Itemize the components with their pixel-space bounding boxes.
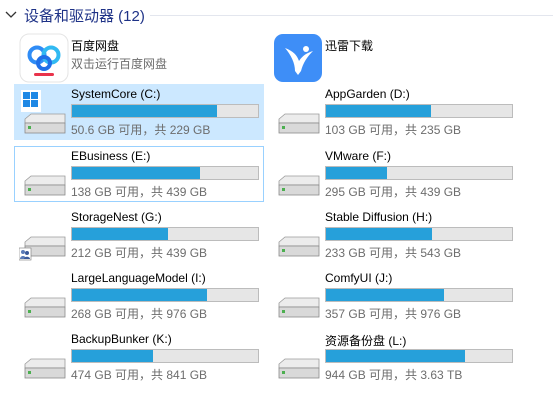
group-title: 设备和驱动器 (12): [24, 7, 145, 25]
drive-space: 50.6 GB 可用，共 229 GB: [71, 123, 211, 137]
usage-bar: [71, 349, 259, 363]
app-tile-thunder[interactable]: 迅雷下载: [268, 28, 518, 84]
hard-drive-icon: [24, 175, 66, 196]
usage-bar-fill: [326, 105, 431, 117]
drive-space: 295 GB 可用，共 439 GB: [325, 185, 462, 199]
hard-drive-icon: [24, 358, 66, 379]
thunder-download-icon: [274, 34, 322, 82]
app-name: 迅雷下载: [325, 39, 374, 53]
drive-space: 357 GB 可用，共 976 GB: [325, 307, 462, 321]
drive-space: 474 GB 可用，共 841 GB: [71, 368, 208, 382]
drive-tile-h[interactable]: Stable Diffusion (H:) 233 GB 可用，共 543 GB: [268, 207, 518, 263]
drive-space: 212 GB 可用，共 439 GB: [71, 246, 208, 260]
hard-drive-icon: [278, 297, 320, 318]
chevron-down-icon[interactable]: [4, 8, 18, 22]
drive-name: BackupBunker (K:): [71, 332, 172, 346]
drive-tile-f[interactable]: VMware (F:) 295 GB 可用，共 439 GB: [268, 146, 518, 202]
shared-drive-icon: [19, 236, 66, 261]
hard-drive-icon: [278, 358, 320, 379]
drive-name: ComfyUI (J:): [325, 271, 393, 285]
usage-bar: [325, 227, 513, 241]
group-header[interactable]: 设备和驱动器 (12): [4, 3, 145, 27]
drive-space: 268 GB 可用，共 976 GB: [71, 307, 208, 321]
usage-bar: [71, 166, 259, 180]
hard-drive-icon: [278, 175, 320, 196]
usage-bar: [325, 288, 513, 302]
drive-tile-d[interactable]: AppGarden (D:) 103 GB 可用，共 235 GB: [268, 84, 518, 140]
usage-bar: [71, 104, 259, 118]
usage-bar-fill: [326, 167, 387, 179]
drive-name: Stable Diffusion (H:): [325, 210, 433, 224]
drive-tile-c[interactable]: SystemCore (C:) 50.6 GB 可用，共 229 GB: [14, 84, 264, 140]
windows-drive-icon: [21, 90, 66, 134]
drive-name: StorageNest (G:): [71, 210, 162, 224]
usage-bar-fill: [72, 105, 217, 117]
usage-bar-fill: [326, 228, 433, 240]
hard-drive-icon: [278, 236, 320, 257]
drive-name: LargeLanguageModel (I:): [71, 271, 206, 285]
drive-space: 138 GB 可用，共 439 GB: [71, 185, 208, 199]
drive-name: VMware (F:): [325, 149, 391, 163]
usage-bar-fill: [72, 289, 207, 301]
drive-space: 233 GB 可用，共 543 GB: [325, 246, 462, 260]
drive-name: AppGarden (D:): [325, 87, 410, 101]
drive-tile-j[interactable]: ComfyUI (J:) 357 GB 可用，共 976 GB: [268, 268, 518, 324]
usage-bar-fill: [72, 350, 154, 362]
usage-bar-fill: [326, 289, 444, 301]
drive-space: 103 GB 可用，共 235 GB: [325, 123, 462, 137]
drive-tile-e[interactable]: EBusiness (E:) 138 GB 可用，共 439 GB: [14, 146, 264, 202]
drive-tile-g[interactable]: StorageNest (G:) 212 GB 可用，共 439 GB: [14, 207, 264, 263]
drive-name: SystemCore (C:): [71, 87, 161, 101]
app-name: 百度网盘: [71, 39, 120, 53]
app-tile-baidu-netdisk[interactable]: 百度网盘 双击运行百度网盘: [14, 28, 264, 84]
group-divider: [150, 15, 553, 16]
baidu-netdisk-icon: [19, 33, 69, 83]
drive-tile-k[interactable]: BackupBunker (K:) 474 GB 可用，共 841 GB: [14, 329, 264, 385]
usage-bar: [325, 104, 513, 118]
hard-drive-icon: [24, 297, 66, 318]
hard-drive-icon: [278, 113, 320, 134]
drive-name: EBusiness (E:): [71, 149, 151, 163]
usage-bar-fill: [72, 167, 200, 179]
usage-bar-fill: [72, 228, 169, 240]
usage-bar: [71, 227, 259, 241]
drive-space: 944 GB 可用，共 3.63 TB: [325, 368, 463, 382]
usage-bar-fill: [326, 350, 465, 362]
usage-bar: [325, 166, 513, 180]
app-subtitle: 双击运行百度网盘: [71, 57, 168, 71]
drive-tile-i[interactable]: LargeLanguageModel (I:) 268 GB 可用，共 976 …: [14, 268, 264, 324]
drive-tile-l[interactable]: 资源备份盘 (L:) 944 GB 可用，共 3.63 TB: [268, 329, 518, 385]
usage-bar: [71, 288, 259, 302]
drive-name: 资源备份盘 (L:): [325, 334, 407, 348]
usage-bar: [325, 349, 513, 363]
